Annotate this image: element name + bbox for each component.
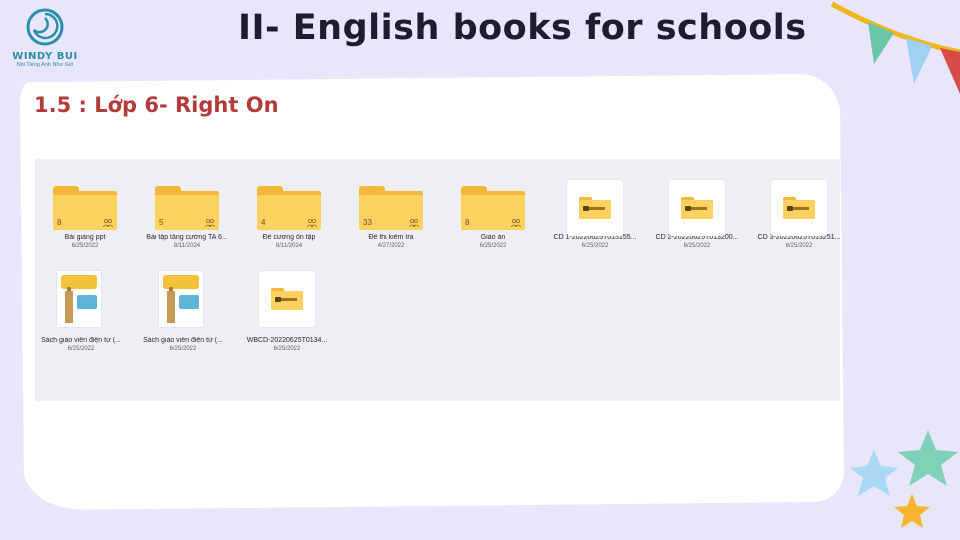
shared-icon (409, 219, 419, 227)
shared-icon (307, 219, 317, 227)
file-item[interactable]: 33 Đề thi kiểm tra 4/27/2022 (341, 168, 441, 249)
file-date: 6/25/2022 (67, 346, 95, 352)
file-item[interactable]: Sách giáo viên điện tử (... 6/25/2022 (31, 271, 131, 352)
logo-swirl-icon (26, 8, 64, 46)
file-item[interactable]: WBCD-20220625T0134... 6/25/2022 (237, 259, 337, 352)
shared-icon (511, 219, 521, 227)
zip-folder-icon (259, 271, 315, 327)
shared-icon (205, 219, 215, 227)
shared-icon (103, 219, 113, 227)
file-item[interactable]: Sách giáo viên điện tử (... 6/25/2022 (133, 271, 233, 352)
folder-icon: 5 (155, 186, 219, 230)
folder-icon: 8 (53, 186, 117, 230)
logo-name: WINDY BUI (12, 51, 78, 62)
folder-icon: 8 (461, 186, 525, 230)
file-name: Sách giáo viên điện tử (... (143, 337, 223, 344)
file-name: Bài giảng ppt (64, 234, 106, 241)
logo: WINDY BUI Nói Tiếng Anh Như Gió (8, 4, 82, 86)
book-cover-thumbnail (57, 271, 101, 327)
section-subtitle: 1.5 : Lớp 6- Right On (34, 93, 279, 117)
file-name: WBCD-20220625T0134... (246, 337, 328, 344)
book-cover-thumbnail (159, 271, 203, 327)
zip-folder-icon (771, 180, 827, 236)
file-item[interactable]: 8 Giáo án 6/25/2022 (443, 168, 543, 249)
file-name: Sách giáo viên điện tử (... (41, 337, 121, 344)
file-name: Bài tập tăng cường TA 6... (146, 234, 228, 241)
file-item[interactable]: CD 3-20220625T013251... 6/25/2022 (749, 168, 849, 249)
page-title: II- English books for schools (238, 8, 807, 48)
file-item[interactable]: 4 Đề cương ôn tập 8/11/2024 (239, 168, 339, 249)
folder-icon: 4 (257, 186, 321, 230)
stars-decoration (850, 430, 958, 528)
file-date: 6/25/2022 (683, 243, 711, 249)
file-date: 6/25/2022 (71, 243, 99, 249)
bunting-decoration (830, 1, 960, 94)
file-date: 8/11/2024 (275, 243, 303, 249)
file-item[interactable]: 8 Bài giảng ppt 6/25/2022 (35, 168, 135, 249)
file-item[interactable]: CD 1-20220625T013155... 6/25/2022 (545, 168, 645, 249)
file-date: 6/25/2022 (785, 243, 813, 249)
file-item[interactable]: CD 2-20220625T013200... 6/25/2022 (647, 168, 747, 249)
logo-tagline: Nói Tiếng Anh Như Gió (16, 62, 74, 68)
file-name: Đề cương ôn tập (262, 234, 316, 241)
file-date: 6/25/2022 (273, 346, 301, 352)
file-explorer-grid: 8 Bài giảng ppt 6/25/2022 5 Bài tập tăng… (35, 159, 840, 401)
zip-folder-icon (669, 180, 725, 236)
file-date: 6/25/2022 (479, 243, 507, 249)
file-name: Đề thi kiểm tra (368, 234, 414, 241)
file-date: 4/27/2022 (377, 243, 405, 249)
folder-icon: 33 (359, 186, 423, 230)
file-item[interactable]: 5 Bài tập tăng cường TA 6... 8/11/2024 (137, 168, 237, 249)
file-date: 6/25/2022 (169, 346, 197, 352)
file-date: 6/25/2022 (581, 243, 609, 249)
file-date: 8/11/2024 (173, 243, 201, 249)
file-name: Giáo án (480, 234, 506, 241)
zip-folder-icon (567, 180, 623, 236)
